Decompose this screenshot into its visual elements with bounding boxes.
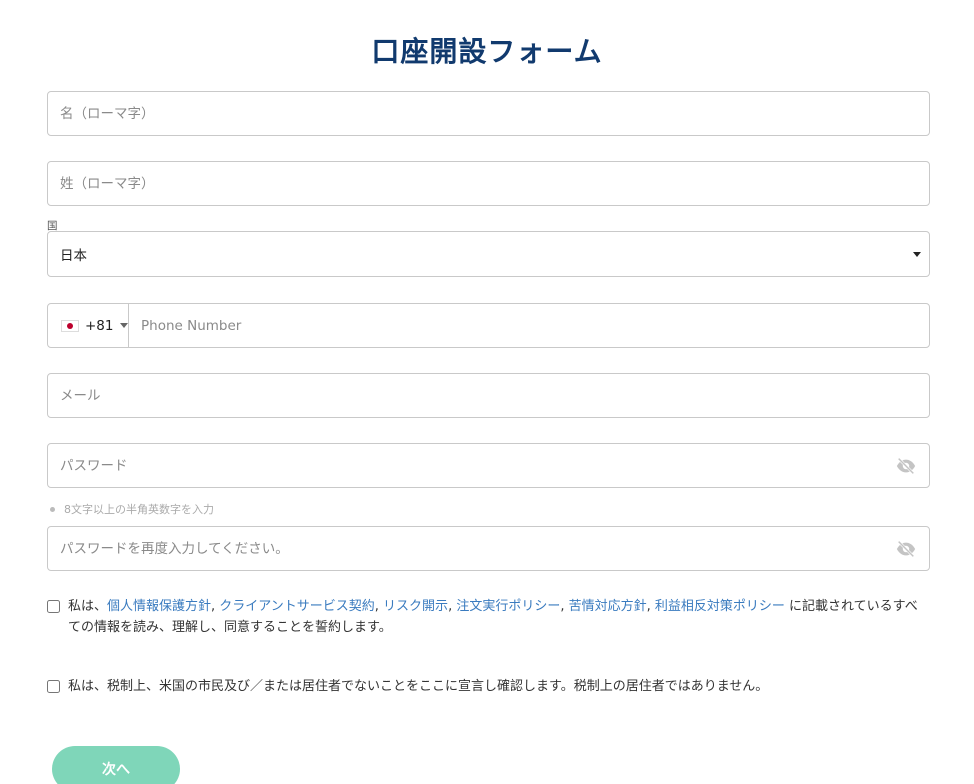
password-hint-text: 8文字以上の半角英数字を入力 bbox=[64, 503, 214, 516]
eye-slash-icon[interactable] bbox=[895, 455, 917, 477]
password-confirm-field[interactable] bbox=[47, 526, 930, 571]
first-name-field[interactable] bbox=[47, 91, 930, 136]
tax-declaration-row: 私は、税制上、米国の市民及び／または居住者でないことをここに宣言し確認します。税… bbox=[47, 676, 928, 697]
password-confirm-input[interactable] bbox=[48, 527, 895, 570]
password-field[interactable] bbox=[47, 443, 930, 488]
tax-declaration-checkbox[interactable] bbox=[47, 680, 60, 693]
page-title: 口座開設フォーム bbox=[371, 35, 603, 68]
client-agreement-link[interactable]: クライアントサービス契約 bbox=[219, 599, 374, 614]
email-field[interactable] bbox=[47, 373, 930, 418]
last-name-input[interactable] bbox=[48, 162, 929, 205]
risk-disclosure-link[interactable]: リスク開示 bbox=[383, 599, 448, 614]
next-button[interactable]: 次へ bbox=[52, 746, 180, 784]
privacy-policy-link[interactable]: 個人情報保護方針 bbox=[107, 599, 211, 614]
chevron-down-icon bbox=[913, 251, 921, 257]
country-value: 日本 bbox=[60, 248, 87, 264]
password-input[interactable] bbox=[48, 444, 895, 487]
bullet-icon bbox=[50, 506, 55, 512]
first-name-input[interactable] bbox=[48, 92, 929, 135]
complaints-policy-link[interactable]: 苦情対応方針 bbox=[569, 599, 647, 614]
last-name-field[interactable] bbox=[47, 161, 930, 206]
dial-code: +81 bbox=[85, 317, 114, 334]
phone-field[interactable]: +81 bbox=[47, 303, 930, 348]
tax-declaration-text: 私は、税制上、米国の市民及び／または居住者でないことをここに宣言し確認します。税… bbox=[68, 679, 769, 694]
agreement-row: 私は、個人情報保護方針, クライアントサービス契約, リスク開示, 注文実行ポリ… bbox=[47, 596, 928, 638]
order-execution-policy-link[interactable]: 注文実行ポリシー bbox=[456, 599, 560, 614]
phone-input[interactable] bbox=[129, 304, 929, 347]
conflict-of-interest-policy-link[interactable]: 利益相反対策ポリシー bbox=[655, 599, 785, 614]
japan-flag-icon bbox=[61, 319, 79, 332]
eye-slash-icon[interactable] bbox=[895, 538, 917, 560]
chevron-down-icon bbox=[119, 323, 128, 328]
agreement-text: 私は、個人情報保護方針, クライアントサービス契約, リスク開示, 注文実行ポリ… bbox=[68, 599, 918, 635]
agreement-checkbox[interactable] bbox=[47, 600, 60, 613]
email-input[interactable] bbox=[48, 374, 929, 417]
country-select[interactable]: 日本 bbox=[47, 231, 930, 277]
password-hint: 8文字以上の半角英数字を入力 bbox=[50, 501, 214, 517]
country-code-selector[interactable]: +81 bbox=[48, 304, 129, 347]
